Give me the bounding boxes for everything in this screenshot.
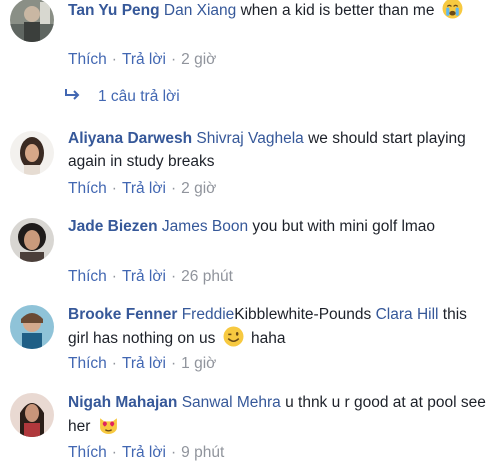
reply-link[interactable]: Trả lời <box>122 268 166 285</box>
comment-timestamp[interactable]: 2 giờ <box>181 180 216 197</box>
separator: · <box>170 180 177 197</box>
reply-link[interactable]: Trả lời <box>122 444 166 461</box>
comment-actions: Thích · Trả lời · 2 giờ <box>68 180 216 198</box>
comment-body: Nigah Mahajan Sanwal Mehra u thnk u r go… <box>68 391 488 438</box>
separator: · <box>111 444 117 461</box>
reply-arrow-icon <box>64 88 82 102</box>
separator: · <box>111 268 117 285</box>
avatar[interactable] <box>10 393 54 437</box>
avatar[interactable] <box>10 218 54 262</box>
comment-mention[interactable]: Sanwal Mehra <box>182 394 281 411</box>
comment-actions: Thích · Trả lời · 9 phút <box>68 444 224 462</box>
comment-actions: Thích · Trả lời · 26 phút <box>68 268 233 286</box>
comment-body: Brooke Fenner FreddieKibblewhite-Pounds … <box>68 303 488 350</box>
comment-mention[interactable]: Freddie <box>182 306 235 323</box>
comment-author[interactable]: Tan Yu Peng <box>68 2 160 19</box>
winking-smile-emoji <box>223 326 244 347</box>
comment-mention[interactable]: Clara Hill <box>376 306 439 323</box>
view-replies-link[interactable]: 1 câu trả lời <box>64 88 180 106</box>
comment-timestamp[interactable]: 2 giờ <box>181 51 216 68</box>
separator: · <box>111 51 117 68</box>
replies-count-label: 1 câu trả lời <box>98 88 180 105</box>
separator: · <box>170 51 177 68</box>
like-link[interactable]: Thích <box>68 355 107 372</box>
separator: · <box>111 355 117 372</box>
avatar[interactable] <box>10 0 54 42</box>
comment-author[interactable]: Jade Biezen <box>68 218 158 235</box>
avatar[interactable] <box>10 305 54 349</box>
separator: · <box>170 268 177 285</box>
heart-eyes-cat-emoji <box>98 414 119 435</box>
reply-link[interactable]: Trả lời <box>122 51 166 68</box>
comment-text: when a kid is better than me <box>236 2 435 19</box>
like-link[interactable]: Thích <box>68 180 107 197</box>
avatar[interactable] <box>10 131 54 175</box>
crying-face-emoji <box>442 0 463 19</box>
comment-timestamp[interactable]: 1 giờ <box>181 355 216 372</box>
like-link[interactable]: Thích <box>68 444 107 461</box>
like-link[interactable]: Thích <box>68 51 107 68</box>
comment-body: Tan Yu Peng Dan Xiang when a kid is bett… <box>68 0 488 22</box>
comment-body: Jade Biezen James Boon you but with mini… <box>68 215 488 238</box>
reply-link[interactable]: Trả lời <box>122 180 166 197</box>
comment-text-plain: Kibblewhite-Pounds <box>234 306 372 323</box>
reply-link[interactable]: Trả lời <box>122 355 166 372</box>
separator: · <box>111 180 117 197</box>
comment-text: you but with mini golf lmao <box>248 218 436 235</box>
comment-timestamp[interactable]: 26 phút <box>181 268 233 285</box>
comment-author[interactable]: Aliyana Darwesh <box>68 130 192 147</box>
comment-actions: Thích · Trả lời · 1 giờ <box>68 355 216 373</box>
comment-text-suffix: haha <box>246 330 286 347</box>
separator: · <box>170 355 177 372</box>
separator: · <box>170 444 177 461</box>
comment-mention[interactable]: Dan Xiang <box>164 2 236 19</box>
comment-mention[interactable]: James Boon <box>162 218 248 235</box>
comment-timestamp[interactable]: 9 phút <box>181 444 224 461</box>
comment-author[interactable]: Nigah Mahajan <box>68 394 177 411</box>
comment-mention[interactable]: Shivraj Vaghela <box>196 130 303 147</box>
like-link[interactable]: Thích <box>68 268 107 285</box>
comment-author[interactable]: Brooke Fenner <box>68 306 177 323</box>
comment-actions: Thích · Trả lời · 2 giờ <box>68 51 216 69</box>
comment-body: Aliyana Darwesh Shivraj Vaghela we shoul… <box>68 127 488 173</box>
